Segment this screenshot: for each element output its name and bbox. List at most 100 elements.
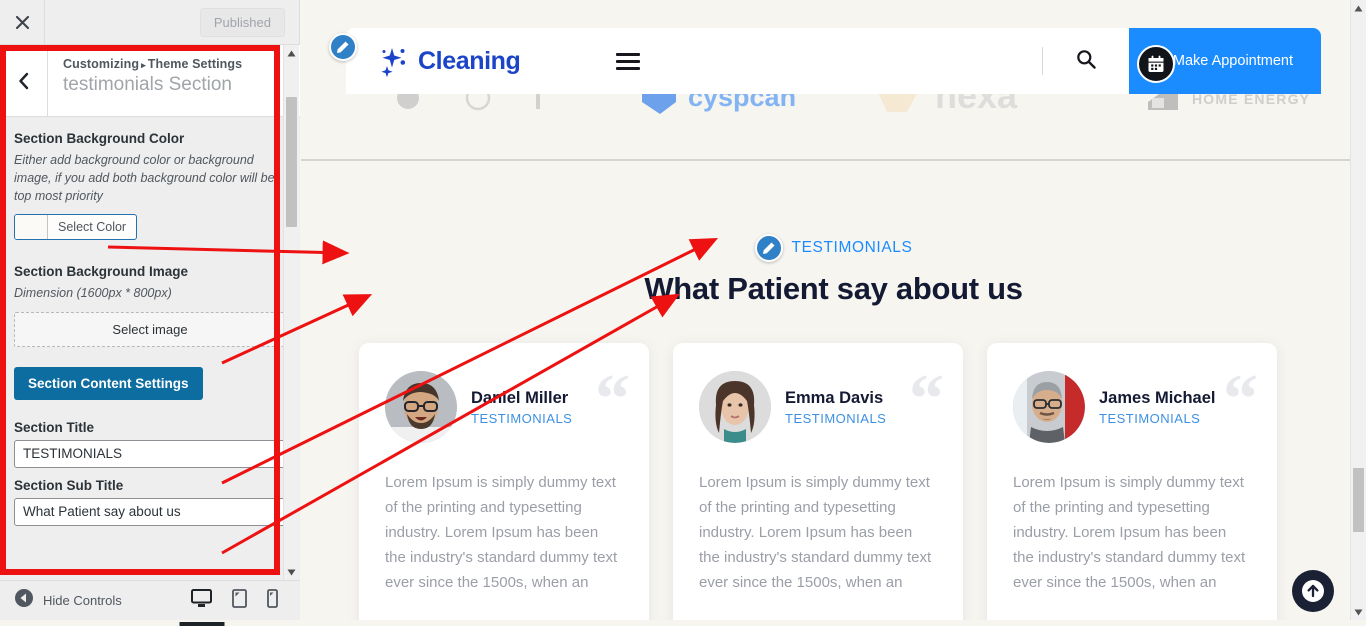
active-device-indicator — [179, 621, 224, 626]
section-background-color-description: Either add background color or backgroun… — [14, 153, 275, 204]
card-identity: Daniel Miller TESTIMONIALS — [471, 389, 572, 426]
testimonials-eyebrow-row: TESTIMONIALS — [301, 234, 1366, 262]
customizer-titles: Customizing ▸ Theme Settings testimonials … — [48, 45, 242, 116]
color-picker[interactable]: Select Color — [14, 214, 138, 241]
scrollbar-down-arrow[interactable] — [284, 564, 299, 580]
sparkle-icon — [378, 44, 412, 78]
testimonials-title: What Patient say about us — [644, 271, 1023, 306]
hide-controls-button[interactable]: Hide Controls — [14, 588, 122, 613]
testimonial-author-name: James Michael — [1099, 388, 1216, 407]
hamburger-bar — [616, 59, 641, 63]
testimonial-author-role: TESTIMONIALS — [785, 410, 887, 426]
avatar — [1013, 371, 1085, 443]
back-button[interactable] — [0, 45, 48, 116]
testimonials-heading-block: TESTIMONIALS What Patient say about us — [301, 234, 1366, 307]
breadcrumb: Customizing ▸ Theme Settings — [63, 57, 242, 71]
section-title-label: Section Title — [14, 419, 95, 435]
device-preview-switcher — [179, 588, 278, 626]
calendar-icon[interactable] — [1137, 45, 1175, 83]
testimonial-card[interactable]: Emma Davis TESTIMONIALS “ Lorem Ipsum is… — [673, 343, 963, 620]
hide-controls-label: Hide Controls — [43, 593, 122, 608]
testimonial-author-role: TESTIMONIALS — [471, 410, 573, 426]
site-brand[interactable]: Cleaning — [378, 44, 521, 78]
mobile-icon — [267, 588, 278, 613]
header-right-group: Make Appointment — [1041, 28, 1321, 94]
testimonials-edit-pencil-icon[interactable] — [754, 234, 783, 262]
section-background-image-label: Section Background Image — [14, 264, 189, 280]
breadcrumb-parent: Theme Settings — [147, 57, 243, 71]
scrollbar-up-arrow[interactable] — [284, 45, 299, 61]
quote-mark-icon: “ — [1223, 361, 1258, 438]
section-background-image-description: Dimension (1600px * 800px) — [14, 286, 172, 301]
sidebar-scrollbar[interactable] — [283, 45, 299, 580]
testimonial-text: Lorem Ipsum is simply dummy text of the … — [1013, 474, 1246, 591]
testimonial-text: Lorem Ipsum is simply dummy text of the … — [385, 474, 618, 591]
browser-scrollbar-down-arrow[interactable] — [1351, 604, 1366, 620]
tablet-preview-button[interactable] — [232, 588, 247, 613]
search-button[interactable] — [1043, 49, 1129, 74]
customizer-footer: Hide Controls — [0, 580, 300, 626]
testimonials-eyebrow: TESTIMONIALS — [791, 239, 913, 256]
section-background-color-label: Section Background Color — [14, 131, 185, 146]
testimonial-author-name: Daniel Miller — [471, 388, 569, 407]
testimonial-text: Lorem Ipsum is simply dummy text of the … — [699, 474, 932, 591]
color-swatch — [15, 215, 48, 240]
search-icon — [1076, 49, 1096, 74]
testimonial-author-name: Emma Davis — [785, 388, 884, 407]
desktop-icon — [191, 588, 212, 613]
customizer-body: Customizing ▸ Theme Settings testimonials … — [0, 45, 300, 580]
scrollbar-thumb[interactable] — [286, 97, 297, 227]
section-sub-title-label: Section Sub Title — [14, 477, 124, 493]
breadcrumb-prefix: Customizing — [63, 57, 140, 71]
hamburger-bar — [616, 66, 641, 70]
browser-scrollbar-up-arrow[interactable] — [1351, 0, 1366, 16]
card-header: James Michael TESTIMONIALS “ — [1013, 365, 1258, 443]
customizer-sidebar: Published Customizing ▸ Theme Settings tes… — [0, 0, 300, 626]
testimonial-cards-row: Daniel Miller TESTIMONIALS “ Lorem Ipsum… — [359, 343, 1309, 620]
browser-scrollbar-thumb[interactable] — [1353, 468, 1364, 532]
select-image-button[interactable]: Select image — [14, 311, 286, 347]
card-header: Emma Davis TESTIMONIALS “ — [699, 365, 944, 443]
collapse-arrow-icon — [14, 588, 34, 613]
tablet-icon — [232, 588, 247, 613]
brand-name: Cleaning — [418, 46, 521, 75]
desktop-preview-button[interactable] — [179, 588, 224, 626]
preview-top-strip — [301, 0, 1366, 20]
mobile-preview-button[interactable] — [267, 588, 278, 613]
chevron-left-icon — [17, 72, 30, 90]
testimonial-author-role: TESTIMONIALS — [1099, 410, 1201, 426]
card-header: Daniel Miller TESTIMONIALS “ — [385, 365, 630, 443]
scroll-to-top-button[interactable] — [1292, 570, 1334, 612]
avatar — [699, 371, 771, 443]
page-title: testimonials Section — [63, 74, 232, 95]
close-x-icon — [15, 15, 30, 30]
quote-mark-icon: “ — [595, 361, 630, 438]
avatar — [385, 371, 457, 443]
section-title-input[interactable] — [14, 439, 286, 468]
testimonial-card[interactable]: Daniel Miller TESTIMONIALS “ Lorem Ipsum… — [359, 343, 649, 620]
quote-mark-icon: “ — [909, 361, 944, 438]
select-color-button[interactable]: Select Color — [48, 215, 136, 239]
header-edit-pencil-icon[interactable] — [329, 33, 357, 61]
card-identity: Emma Davis TESTIMONIALS — [785, 389, 886, 426]
breadcrumb-separator: ▸ — [141, 60, 146, 70]
arrow-up-icon — [1302, 580, 1324, 602]
section-divider — [301, 159, 1366, 161]
section-content-settings-button[interactable]: Section Content Settings — [14, 366, 203, 400]
testimonial-card[interactable]: James Michael TESTIMONIALS “ Lorem Ipsum… — [987, 343, 1277, 620]
browser-scrollbar[interactable] — [1350, 0, 1366, 620]
close-customizer-button[interactable] — [0, 0, 45, 44]
site-preview-frame: cyspcan hexa HOME ENERGY Cleaning Make A… — [301, 0, 1366, 620]
section-sub-title-input[interactable] — [14, 497, 286, 526]
customizer-section-header: Customizing ▸ Theme Settings testimonials … — [0, 45, 300, 117]
hamburger-bar — [616, 52, 641, 56]
customizer-topbar: Published — [0, 0, 299, 45]
publish-button[interactable]: Published — [199, 7, 285, 37]
card-identity: James Michael TESTIMONIALS — [1099, 389, 1215, 426]
hamburger-icon[interactable] — [616, 52, 641, 70]
